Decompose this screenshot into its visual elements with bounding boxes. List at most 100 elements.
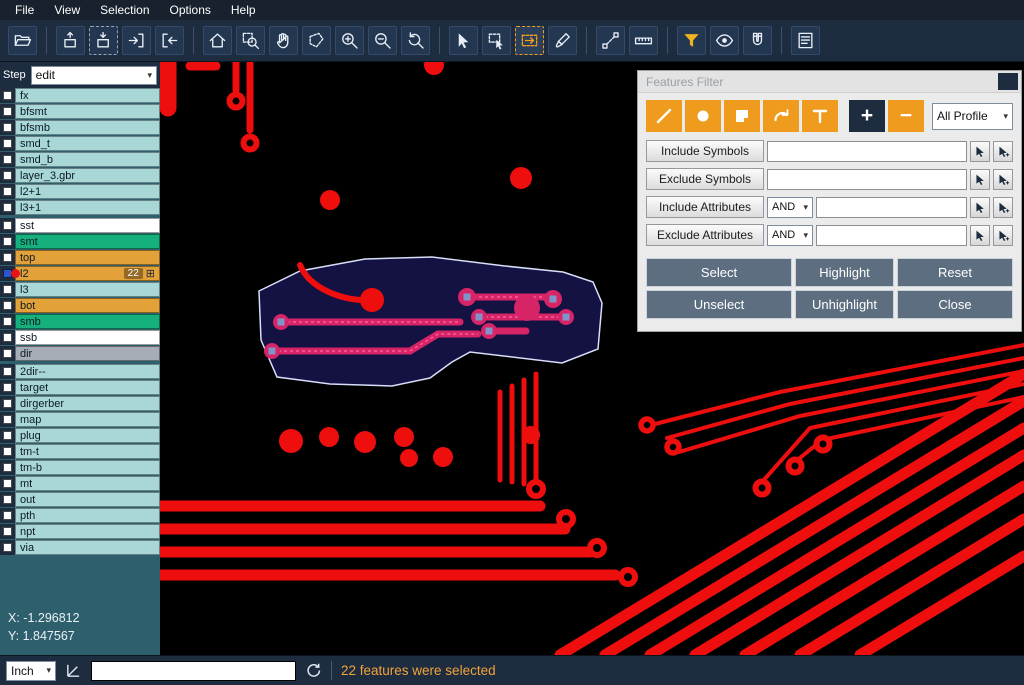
layer-label[interactable]: l2+1 bbox=[15, 184, 160, 199]
pick-exclude-attribute-button[interactable] bbox=[970, 225, 990, 246]
layer-checkbox[interactable] bbox=[3, 171, 12, 180]
layer-checkbox[interactable] bbox=[3, 301, 12, 310]
layer-checkbox[interactable] bbox=[3, 511, 12, 520]
import-step-button[interactable] bbox=[89, 26, 118, 55]
layer-checkbox[interactable] bbox=[3, 479, 12, 488]
layer-row-plug[interactable]: plug bbox=[0, 428, 160, 443]
layer-label[interactable]: l3+1 bbox=[15, 200, 160, 215]
layer-checkbox[interactable] bbox=[3, 527, 12, 536]
layer-row-smd_b[interactable]: smd_b bbox=[0, 152, 160, 167]
layer-checkbox[interactable] bbox=[3, 237, 12, 246]
layer-checkbox[interactable] bbox=[3, 187, 12, 196]
highlight-button[interactable]: Highlight bbox=[795, 258, 894, 287]
units-select[interactable]: Inch ▾ bbox=[6, 661, 56, 681]
layer-checkbox[interactable] bbox=[3, 155, 12, 164]
menu-help[interactable]: Help bbox=[222, 2, 265, 18]
zoom-window-button[interactable] bbox=[236, 26, 265, 55]
dialog-title-bar[interactable]: Features Filter bbox=[638, 71, 1021, 93]
exclude-symbols-button[interactable]: Exclude Symbols bbox=[646, 168, 764, 190]
layer-checkbox[interactable] bbox=[3, 399, 12, 408]
include-attributes-input[interactable] bbox=[816, 197, 967, 218]
pan-button[interactable] bbox=[269, 26, 298, 55]
layer-label[interactable]: pth bbox=[15, 508, 160, 523]
layer-label[interactable]: bfsmb bbox=[15, 120, 160, 135]
layer-row-bfsmb[interactable]: bfsmb bbox=[0, 120, 160, 135]
layer-row-map[interactable]: map bbox=[0, 412, 160, 427]
layer-label[interactable]: dir bbox=[15, 346, 160, 361]
profile-select[interactable]: All Profile▾ bbox=[932, 103, 1013, 130]
close-button[interactable]: Close bbox=[897, 290, 1013, 319]
select-button[interactable]: Select bbox=[646, 258, 792, 287]
reference-selection-button[interactable] bbox=[515, 26, 544, 55]
measure-ruler-button[interactable] bbox=[629, 26, 658, 55]
layer-label[interactable]: top bbox=[15, 250, 160, 265]
layer-label[interactable]: tm-t bbox=[15, 444, 160, 459]
prev-step-button[interactable] bbox=[122, 26, 151, 55]
layer-row-dir[interactable]: dir bbox=[0, 346, 160, 361]
layer-label[interactable]: ssb bbox=[15, 330, 160, 345]
clear-highlight-button[interactable] bbox=[548, 26, 577, 55]
layer-row-tm-t[interactable]: tm-t bbox=[0, 444, 160, 459]
exclude-attributes-logic-select[interactable]: AND ▾ bbox=[767, 225, 813, 246]
layer-row-pth[interactable]: pth bbox=[0, 508, 160, 523]
export-step-button[interactable] bbox=[56, 26, 85, 55]
layer-row-tm-b[interactable]: tm-b bbox=[0, 460, 160, 475]
layer-label[interactable]: smb bbox=[15, 314, 160, 329]
layer-grid-icon[interactable]: ⊞ bbox=[146, 267, 155, 280]
zoom-in-button[interactable] bbox=[335, 26, 364, 55]
layer-checkbox[interactable] bbox=[3, 139, 12, 148]
layer-checkbox[interactable] bbox=[3, 431, 12, 440]
include-symbols-input[interactable] bbox=[767, 141, 967, 162]
layer-row-ssb[interactable]: ssb bbox=[0, 330, 160, 345]
layer-checkbox[interactable] bbox=[3, 107, 12, 116]
layer-row-npt[interactable]: npt bbox=[0, 524, 160, 539]
layer-checkbox[interactable] bbox=[3, 447, 12, 456]
exclude-attributes-button[interactable]: Exclude Attributes bbox=[646, 224, 764, 246]
dock-button[interactable] bbox=[998, 73, 1018, 90]
layer-checkbox[interactable] bbox=[3, 91, 12, 100]
layer-checkbox[interactable] bbox=[3, 333, 12, 342]
pick-include-symbol-add-button[interactable] bbox=[993, 141, 1013, 162]
add-filter-button[interactable]: + bbox=[849, 100, 885, 132]
layer-checkbox[interactable] bbox=[3, 123, 12, 132]
layer-label[interactable]: via bbox=[15, 540, 160, 555]
select-pointer-button[interactable] bbox=[449, 26, 478, 55]
layer-label[interactable]: l3 bbox=[15, 282, 160, 297]
layer-row-top[interactable]: top bbox=[0, 250, 160, 265]
layer-label[interactable]: 2dir-- bbox=[15, 364, 160, 379]
view-options-button[interactable] bbox=[710, 26, 739, 55]
layer-row-via[interactable]: via bbox=[0, 540, 160, 555]
menu-view[interactable]: View bbox=[45, 2, 89, 18]
measure-line-button[interactable] bbox=[596, 26, 625, 55]
feature-type-pad-button[interactable] bbox=[685, 100, 721, 132]
layer-checkbox[interactable] bbox=[3, 543, 12, 552]
layer-label[interactable]: map bbox=[15, 412, 160, 427]
unselect-button[interactable]: Unselect bbox=[646, 290, 792, 319]
layer-label[interactable]: l222⊞ bbox=[15, 266, 160, 281]
pick-exclude-attribute-add-button[interactable] bbox=[993, 225, 1013, 246]
include-attributes-button[interactable]: Include Attributes bbox=[646, 196, 764, 218]
unhighlight-button[interactable]: Unhighlight bbox=[795, 290, 894, 319]
layer-row-smd_t[interactable]: smd_t bbox=[0, 136, 160, 151]
layer-label[interactable]: plug bbox=[15, 428, 160, 443]
layer-checkbox[interactable] bbox=[3, 367, 12, 376]
layer-label[interactable]: smd_b bbox=[15, 152, 160, 167]
command-input[interactable] bbox=[91, 661, 296, 681]
layer-checkbox[interactable] bbox=[3, 495, 12, 504]
home-view-button[interactable] bbox=[203, 26, 232, 55]
next-step-button[interactable] bbox=[155, 26, 184, 55]
layer-label[interactable]: out bbox=[15, 492, 160, 507]
exclude-attributes-input[interactable] bbox=[816, 225, 967, 246]
pick-exclude-symbol-add-button[interactable] bbox=[993, 169, 1013, 190]
pick-include-attribute-add-button[interactable] bbox=[993, 197, 1013, 218]
layer-label[interactable]: npt bbox=[15, 524, 160, 539]
layer-checkbox[interactable] bbox=[3, 349, 12, 358]
exclude-symbols-input[interactable] bbox=[767, 169, 967, 190]
layer-row-smb[interactable]: smb bbox=[0, 314, 160, 329]
step-select[interactable]: edit ▾ bbox=[31, 66, 157, 85]
layer-checkbox[interactable] bbox=[3, 463, 12, 472]
layer-label[interactable]: target bbox=[15, 380, 160, 395]
layer-row-l3+1[interactable]: l3+1 bbox=[0, 200, 160, 215]
layer-row-out[interactable]: out bbox=[0, 492, 160, 507]
layer-checkbox[interactable] bbox=[3, 317, 12, 326]
